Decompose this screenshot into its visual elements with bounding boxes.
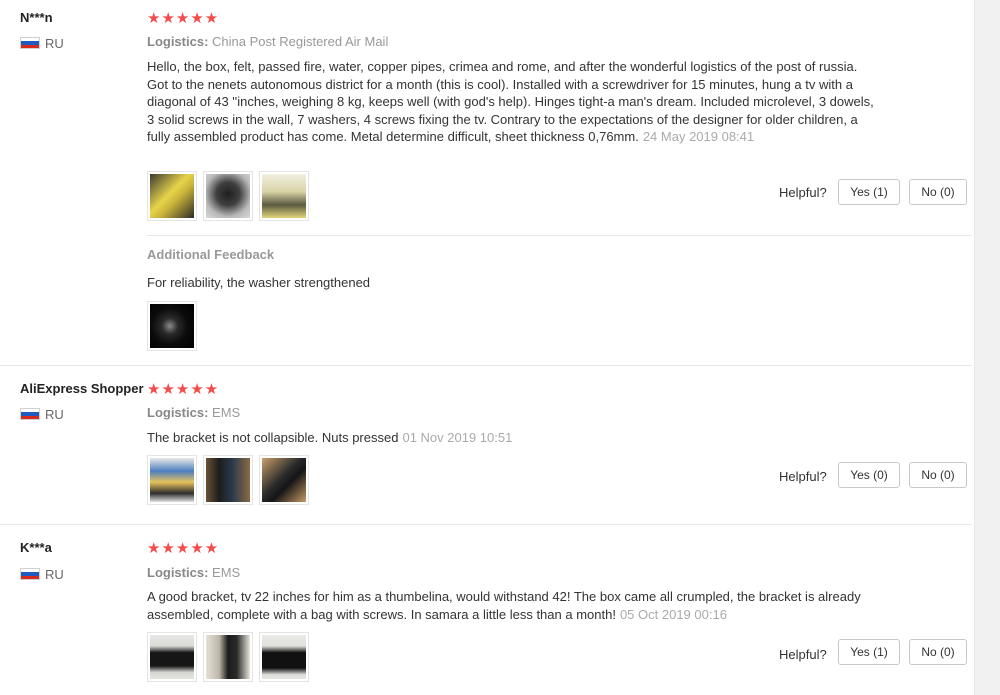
review-photo[interactable]	[259, 455, 309, 505]
star-rating: ★★★★★	[147, 381, 220, 398]
star-rating: ★★★★★	[147, 10, 220, 27]
helpful-yes-button[interactable]: Yes (1)	[838, 639, 900, 665]
review-photo[interactable]	[259, 171, 309, 221]
review-photo[interactable]	[147, 301, 197, 351]
section-divider	[147, 235, 972, 236]
russia-flag-icon	[20, 408, 40, 420]
review-text: Hello, the box, felt, passed fire, water…	[147, 59, 874, 144]
helpful-yes-button[interactable]: Yes (1)	[838, 179, 900, 205]
review-text: The bracket is not collapsible. Nuts pre…	[147, 430, 399, 445]
helpful-no-button[interactable]: No (0)	[909, 639, 967, 665]
helpful-yes-button[interactable]: Yes (0)	[838, 462, 900, 488]
review-photo[interactable]	[203, 455, 253, 505]
logistics-label: Logistics:	[147, 565, 209, 580]
russia-flag-icon	[20, 37, 40, 49]
helpful-no-button[interactable]: No (0)	[909, 179, 967, 205]
helpful-label: Helpful?	[779, 185, 827, 200]
review-photos	[147, 632, 309, 682]
review-photos	[147, 455, 309, 505]
scrollbar-track[interactable]	[974, 0, 1000, 695]
helpful-label: Helpful?	[779, 647, 827, 662]
logistics-value: EMS	[212, 565, 241, 580]
helpful-no-button[interactable]: No (0)	[909, 462, 967, 488]
helpful-label: Helpful?	[779, 469, 827, 484]
review-item: N***n RU ★★★★★ Logistics: China Post Reg…	[0, 0, 972, 366]
review-text-block: A good bracket, tv 22 inches for him as …	[147, 588, 877, 623]
logistics-info: Logistics: EMS	[147, 565, 240, 580]
reviewer-name: AliExpress Shopper	[20, 381, 144, 396]
review-date: 01 Nov 2019 10:51	[402, 430, 513, 445]
review-photo[interactable]	[203, 632, 253, 682]
review-text: A good bracket, tv 22 inches for him as …	[147, 589, 861, 622]
review-item: AliExpress Shopper RU ★★★★★ Logistics: E…	[0, 366, 972, 525]
additional-photos	[147, 301, 197, 351]
logistics-value: China Post Registered Air Mail	[212, 34, 389, 49]
logistics-value: EMS	[212, 405, 241, 420]
review-date: 05 Oct 2019 00:16	[619, 606, 727, 622]
review-photo[interactable]	[147, 632, 197, 682]
review-photo[interactable]	[147, 171, 197, 221]
reviewer-name: K***a	[20, 540, 52, 555]
russia-flag-icon	[20, 568, 40, 580]
reviewer-country: RU	[45, 567, 64, 582]
reviewer-country: RU	[45, 36, 64, 51]
logistics-label: Logistics:	[147, 34, 209, 49]
logistics-info: Logistics: EMS	[147, 405, 240, 420]
review-text-block: Hello, the box, felt, passed fire, water…	[147, 58, 877, 146]
star-rating: ★★★★★	[147, 540, 220, 557]
reviewer-name: N***n	[20, 10, 53, 25]
logistics-label: Logistics:	[147, 405, 209, 420]
review-photo[interactable]	[203, 171, 253, 221]
review-photos	[147, 171, 309, 221]
review-item: K***a RU ★★★★★ Logistics: EMS A good bra…	[0, 525, 972, 695]
review-text-block: The bracket is not collapsible. Nuts pre…	[147, 429, 877, 447]
additional-feedback-title: Additional Feedback	[147, 247, 275, 262]
review-date: 24 May 2019 08:41	[642, 129, 755, 144]
review-photo[interactable]	[147, 455, 197, 505]
additional-feedback-text: For reliability, the washer strengthened	[147, 275, 371, 290]
review-photo[interactable]	[259, 632, 309, 682]
logistics-info: Logistics: China Post Registered Air Mai…	[147, 34, 388, 49]
reviewer-country: RU	[45, 407, 64, 422]
